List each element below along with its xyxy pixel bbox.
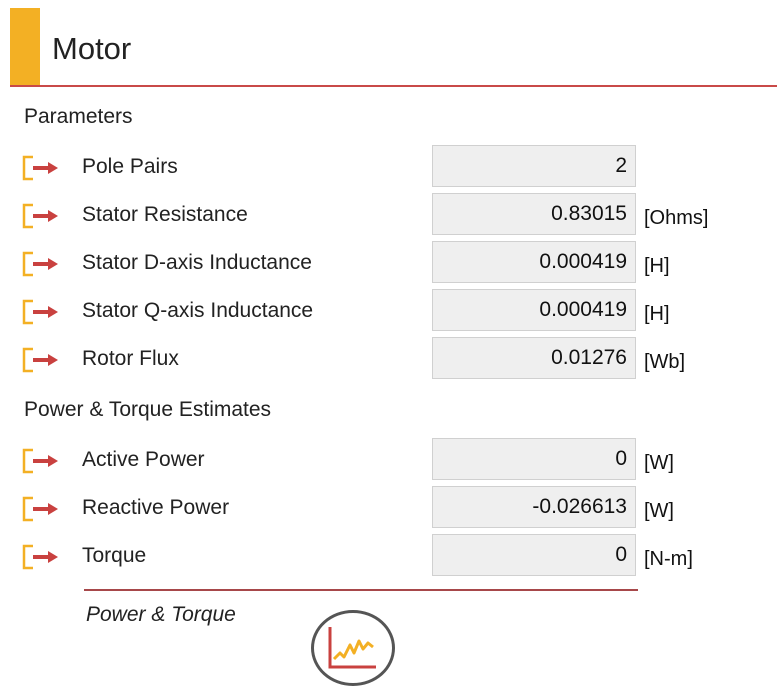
estimate-row-active-power: Active Power 0 [W] [0, 438, 777, 482]
param-label: Rotor Flux [82, 347, 179, 370]
param-row-stator-q-inductance: Stator Q-axis Inductance 0.000419 [H] [0, 289, 777, 333]
param-unit: [H] [644, 303, 670, 325]
param-label: Stator D-axis Inductance [82, 251, 312, 274]
param-row-stator-d-inductance: Stator D-axis Inductance 0.000419 [H] [0, 241, 777, 285]
active-power-field[interactable]: 0 [432, 438, 636, 480]
header-divider [10, 85, 777, 87]
estimate-label: Reactive Power [82, 496, 230, 519]
stator-d-inductance-field[interactable]: 0.000419 [432, 241, 636, 283]
header-accent-bar [10, 8, 40, 86]
arrow-into-box-icon [22, 448, 60, 474]
estimate-row-torque: Torque 0 [N-m] [0, 534, 777, 578]
arrow-into-box-icon [22, 544, 60, 570]
estimate-row-reactive-power: Reactive Power -0.026613 [W] [0, 486, 777, 530]
param-label: Pole Pairs [82, 155, 178, 178]
arrow-into-box-icon [22, 299, 60, 325]
param-label: Stator Q-axis Inductance [82, 299, 314, 322]
block-header: Motor [0, 0, 777, 87]
pole-pairs-field[interactable]: 2 [432, 145, 636, 187]
estimate-label: Active Power [82, 448, 205, 471]
reactive-power-field[interactable]: -0.026613 [432, 486, 636, 528]
estimate-unit: [W] [644, 500, 674, 522]
stator-resistance-field[interactable]: 0.83015 [432, 193, 636, 235]
power-torque-chart-button[interactable] [311, 610, 395, 686]
param-row-pole-pairs: Pole Pairs 2 [0, 145, 777, 189]
arrow-into-box-icon [22, 203, 60, 229]
arrow-into-box-icon [22, 347, 60, 373]
arrow-into-box-icon [22, 155, 60, 181]
arrow-into-box-icon [22, 251, 60, 277]
arrow-into-box-icon [22, 496, 60, 522]
parameters-section-label: Parameters [24, 105, 133, 128]
param-unit: [Ohms] [644, 207, 709, 229]
torque-field[interactable]: 0 [432, 534, 636, 576]
line-chart-icon [328, 627, 376, 669]
param-label: Stator Resistance [82, 203, 248, 226]
page-title: Motor [52, 31, 132, 66]
power-torque-label: Power & Torque [86, 603, 236, 626]
param-unit: [Wb] [644, 351, 686, 373]
estimate-label: Torque [82, 544, 147, 567]
param-unit: [H] [644, 255, 670, 277]
estimates-section-label: Power & Torque Estimates [24, 398, 272, 421]
param-row-stator-resistance: Stator Resistance 0.83015 [Ohms] [0, 193, 777, 237]
rotor-flux-field[interactable]: 0.01276 [432, 337, 636, 379]
stator-q-inductance-field[interactable]: 0.000419 [432, 289, 636, 331]
estimate-unit: [N-m] [644, 548, 693, 570]
footer-divider [84, 589, 638, 591]
param-row-rotor-flux: Rotor Flux 0.01276 [Wb] [0, 337, 777, 381]
estimate-unit: [W] [644, 452, 674, 474]
